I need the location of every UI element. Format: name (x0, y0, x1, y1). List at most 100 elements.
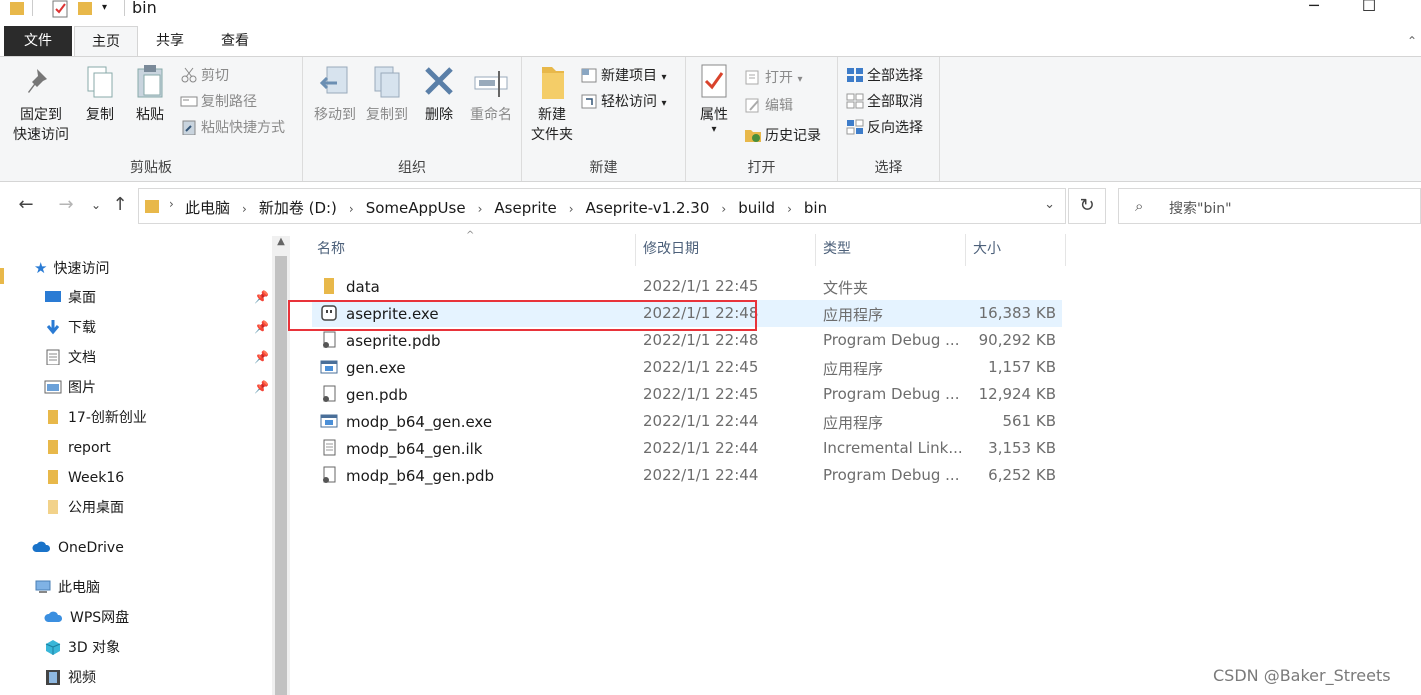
nav-this-pc[interactable]: 此电脑 (34, 576, 100, 600)
address-bar[interactable]: › 此电脑 › 新加卷 (D:) › SomeAppUse › Aseprite › Asepr… (138, 188, 1066, 224)
nav-documents[interactable]: 文档 (44, 346, 96, 370)
table-row[interactable]: aseprite.pdb 2022/1/1 22:48 Program Debu… (312, 327, 1062, 354)
collapse-ribbon-icon[interactable]: ⌃ (1407, 34, 1417, 48)
move-to-button[interactable]: 移动到 (307, 63, 363, 125)
forward-arrow-icon[interactable]: → (54, 194, 78, 215)
select-none-button[interactable]: 全部取消 (846, 91, 923, 113)
nav-folder-week16[interactable]: Week16 (44, 466, 124, 490)
easy-access-icon (581, 94, 597, 109)
crumb-chevron-icon[interactable]: › (569, 202, 574, 216)
customize-qa-dropdown-icon[interactable]: ▾ (102, 2, 107, 20)
paste-shortcut-button[interactable]: 粘贴快捷方式 (180, 117, 285, 139)
nav-folder-17[interactable]: 17-创新创业 (44, 406, 147, 430)
history-button[interactable]: 历史记录 (744, 125, 821, 147)
table-row[interactable]: modp_b64_gen.ilk 2022/1/1 22:44 Incremen… (312, 435, 1062, 462)
nav-public-desktop[interactable]: 公用桌面 (44, 496, 124, 520)
recent-locations-chevron-icon[interactable]: ⌄ (84, 198, 108, 212)
copy-button[interactable]: 复制 (78, 63, 122, 125)
search-box[interactable]: ⌕ 搜索"bin" (1118, 188, 1421, 224)
move-to-icon (319, 66, 348, 94)
minimize-button[interactable]: ─ (1304, 0, 1324, 16)
new-folder-quick-icon[interactable] (78, 0, 92, 18)
nav-downloads-label: 下载 (68, 320, 96, 336)
column-divider[interactable] (815, 234, 816, 266)
file-name: modp_b64_gen.exe (346, 413, 493, 431)
edit-pencil-icon (745, 98, 759, 113)
file-type: 应用程序 (823, 360, 884, 378)
back-arrow-icon[interactable]: ← (14, 194, 38, 215)
table-row[interactable]: gen.pdb 2022/1/1 22:45 Program Debug ...… (312, 381, 1062, 408)
crumb-aseprite-version[interactable]: Aseprite-v1.2.30 (586, 199, 710, 217)
crumb-chevron-icon[interactable]: › (787, 202, 792, 216)
new-folder-button[interactable]: 新建 文件夹 (526, 63, 578, 145)
edit-button[interactable]: 编辑 (744, 95, 793, 117)
maximize-button[interactable]: ☐ (1359, 0, 1379, 16)
tab-view[interactable]: 查看 (206, 26, 264, 56)
cut-button[interactable]: 剪切 (180, 65, 229, 87)
table-row[interactable]: gen.exe 2022/1/1 22:45 应用程序 1,157 KB (312, 354, 1062, 381)
column-header-modified[interactable]: 修改日期 (643, 238, 699, 262)
select-all-button[interactable]: 全部选择 (846, 65, 923, 87)
nav-videos[interactable]: 视频 (44, 666, 96, 690)
file-name-cell: gen.exe (320, 358, 406, 377)
pin-icon[interactable]: 📌 (254, 290, 269, 304)
nav-pictures[interactable]: 图片 (44, 376, 96, 400)
properties-quick-icon[interactable] (52, 0, 68, 18)
table-row[interactable]: modp_b64_gen.pdb 2022/1/1 22:44 Program … (312, 462, 1062, 489)
easy-access-button[interactable]: 轻松访问 ▾ (580, 91, 666, 113)
pin-icon[interactable]: 📌 (254, 320, 269, 334)
nav-wps-drive[interactable]: WPS网盘 (44, 606, 129, 630)
column-header-name[interactable]: 名称 (317, 238, 345, 262)
scrollbar-thumb[interactable] (275, 256, 287, 695)
delete-button[interactable]: 删除 (419, 63, 459, 125)
paste-button[interactable]: 粘贴 (128, 63, 172, 125)
crumb-chevron-icon[interactable]: › (478, 202, 483, 216)
pin-icon[interactable]: 📌 (254, 380, 269, 394)
tab-share[interactable]: 共享 (142, 26, 198, 56)
crumb-new-volume[interactable]: 新加卷 (D:) (259, 197, 337, 218)
crumb-build[interactable]: build (738, 199, 775, 217)
open-button[interactable]: 打开 ▾ (744, 67, 802, 89)
scroll-up-arrow-icon[interactable]: ▲ (272, 236, 290, 247)
file-modified: 2022/1/1 22:44 (643, 466, 759, 484)
crumb-someappuse[interactable]: SomeAppUse (366, 199, 466, 217)
nav-onedrive[interactable]: OneDrive (32, 536, 124, 560)
select-group: 全部选择 全部取消 反向选择 选择 (838, 57, 940, 181)
tab-home[interactable]: 主页 (74, 26, 138, 57)
crumb-aseprite[interactable]: Aseprite (494, 199, 556, 217)
crumb-this-pc[interactable]: 此电脑 (185, 197, 230, 218)
column-header-size[interactable]: 大小 (973, 238, 1001, 262)
crumb-chevron-icon[interactable]: › (721, 202, 726, 216)
tab-file[interactable]: 文件 (4, 26, 72, 56)
copy-to-button[interactable]: 复制到 (359, 63, 415, 125)
pin-to-quick-access-button[interactable]: 固定到 快速访问 (8, 63, 74, 145)
move-to-label: 移动到 (314, 107, 356, 123)
crumb-chevron-icon[interactable]: › (349, 202, 354, 216)
search-icon: ⌕ (1135, 197, 1144, 215)
up-arrow-icon[interactable]: ↑ (108, 194, 132, 215)
invert-selection-button[interactable]: 反向选择 (846, 117, 923, 139)
crumb-bin[interactable]: bin (804, 199, 827, 217)
column-divider[interactable] (635, 234, 636, 266)
new-item-button[interactable]: 新建项目 ▾ (580, 65, 666, 87)
copy-path-button[interactable]: 复制路径 (180, 91, 257, 113)
nav-desktop[interactable]: 桌面 (44, 286, 96, 310)
properties-button[interactable]: 属性 ▾ (692, 63, 736, 135)
pin-icon[interactable]: 📌 (254, 350, 269, 364)
table-row[interactable]: modp_b64_gen.exe 2022/1/1 22:44 应用程序 561… (312, 408, 1062, 435)
column-header-type[interactable]: 类型 (823, 238, 851, 262)
column-divider[interactable] (1065, 234, 1066, 266)
search-placeholder: 搜索"bin" (1169, 201, 1232, 217)
file-size: 16,383 KB (978, 304, 1056, 322)
nav-folder-report[interactable]: report (44, 436, 111, 460)
nav-3d-objects[interactable]: 3D 对象 (44, 636, 120, 660)
refresh-button[interactable]: ↻ (1068, 188, 1106, 224)
address-dropdown-chevron-icon[interactable]: ⌄ (1044, 197, 1055, 212)
column-divider[interactable] (965, 234, 966, 266)
nav-downloads[interactable]: 下载 (44, 316, 96, 340)
table-row[interactable]: data 2022/1/1 22:45 文件夹 (312, 273, 1062, 300)
rename-button[interactable]: 重命名 (463, 63, 519, 125)
nav-quick-access[interactable]: ★ 快速访问 (34, 256, 109, 280)
crumb-chevron-icon[interactable]: › (242, 202, 247, 216)
file-name: data (346, 278, 380, 296)
